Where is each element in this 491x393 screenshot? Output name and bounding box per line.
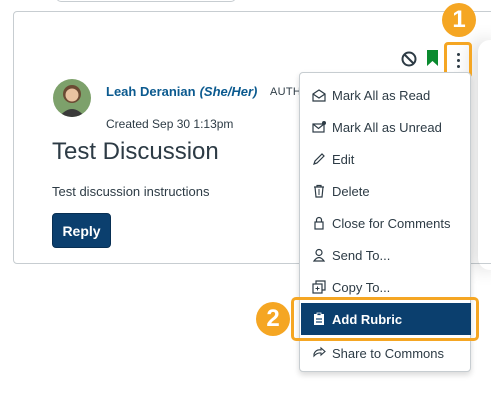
author-role-badge: AUTHOR	[270, 86, 300, 98]
envelope-unread-icon	[312, 121, 326, 133]
menu-item-label: Share to Commons	[332, 345, 444, 361]
add-rubric-callout-highlight	[291, 297, 479, 341]
author-name[interactable]: Leah Deranian (She/Her)	[106, 84, 257, 99]
menu-item-label: Copy To...	[332, 279, 391, 295]
menu-item-delete[interactable]: Delete	[301, 175, 471, 207]
copy-icon	[312, 280, 326, 294]
trash-icon	[314, 184, 324, 198]
menu-item-label: Edit	[332, 151, 355, 167]
envelope-open-icon	[312, 89, 326, 102]
page-title: Test Discussion	[52, 138, 219, 165]
author-name-text: Leah Deranian	[106, 84, 196, 99]
side-panel-shadow	[478, 40, 491, 270]
step-2-badge: 2	[256, 302, 290, 336]
avatar[interactable]	[53, 79, 91, 117]
lock-icon	[314, 216, 324, 230]
menu-item-send-to[interactable]: Send To...	[301, 239, 471, 271]
menu-item-label: Mark All as Unread	[332, 119, 442, 135]
menu-item-edit[interactable]: Edit	[301, 143, 471, 175]
menu-item-mark-all-unread[interactable]: Mark All as Unread	[301, 111, 471, 143]
menu-item-label: Delete	[332, 183, 370, 199]
reply-button[interactable]: Reply	[52, 213, 111, 248]
user-send-icon	[312, 248, 326, 262]
top-container-edge	[56, 0, 236, 2]
step-1-badge: 1	[442, 3, 476, 37]
share-commons-icon	[313, 346, 326, 358]
no-entry-icon[interactable]	[400, 50, 418, 68]
menu-item-close-for-comments[interactable]: Close for Comments	[301, 207, 471, 239]
menu-item-label: Mark All as Read	[332, 87, 431, 103]
more-options-icon[interactable]	[449, 46, 467, 74]
menu-item-label: Close for Comments	[332, 215, 451, 231]
created-timestamp: Created Sep 30 1:13pm	[106, 117, 234, 131]
pencil-icon	[313, 153, 325, 165]
menu-item-share-to-commons[interactable]: Share to Commons	[301, 337, 471, 369]
discussion-description: Test discussion instructions	[52, 184, 210, 199]
author-pronouns: (She/Her)	[199, 84, 258, 99]
menu-item-mark-all-read[interactable]: Mark All as Read	[301, 79, 471, 111]
bookmark-icon[interactable]	[426, 49, 439, 67]
menu-item-label: Send To...	[332, 247, 391, 263]
